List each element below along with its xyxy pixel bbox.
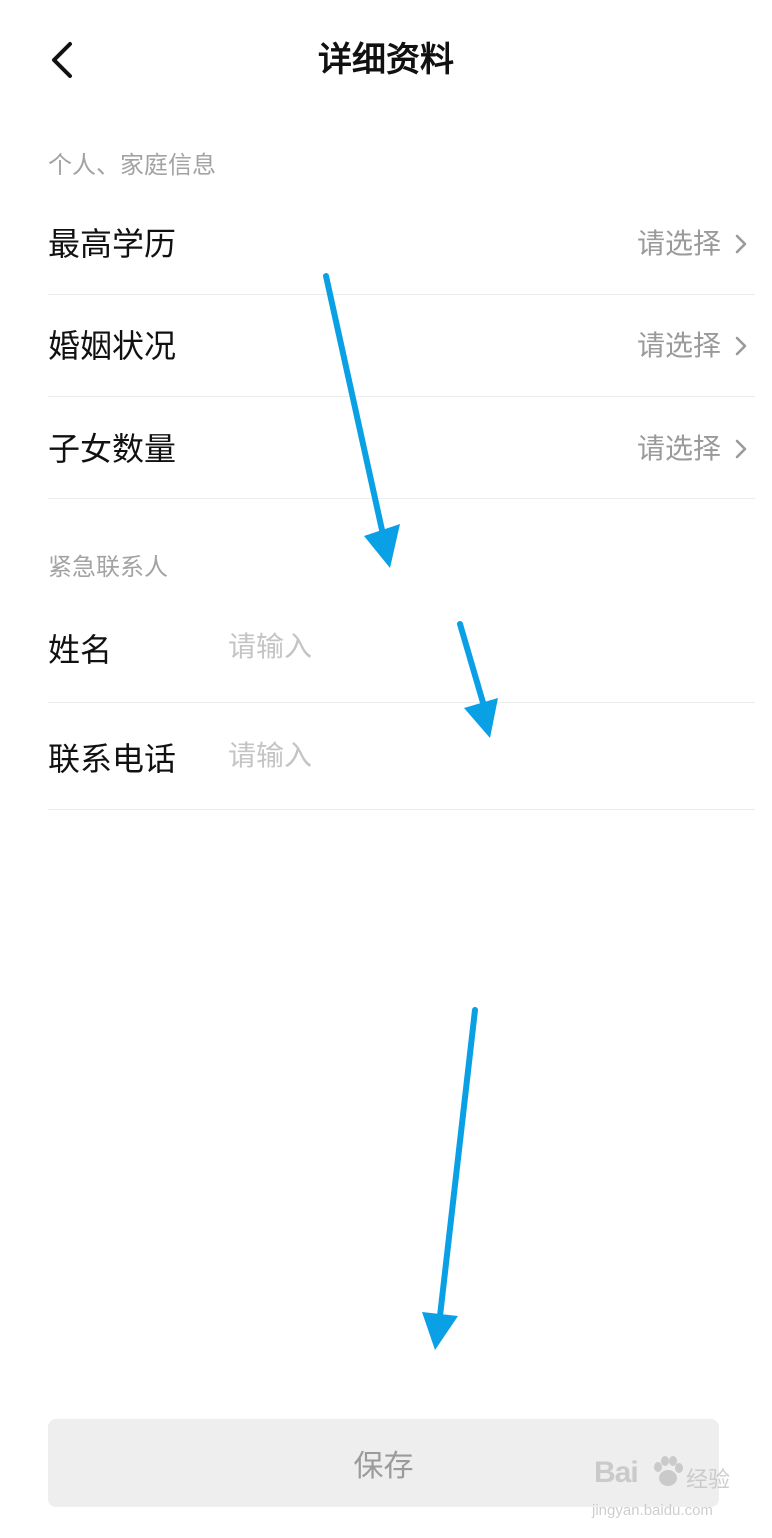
chevron-right-icon [735, 234, 747, 254]
app-header: 详细资料 [0, 0, 772, 120]
watermark-brand: Bai [594, 1456, 639, 1489]
watermark-url: jingyan.baidu.com [592, 1502, 713, 1519]
row-value: 请选择 [636, 329, 721, 362]
row-label: 婚姻状况 [48, 327, 177, 365]
watermark-brand-suffix: 经验 [686, 1468, 731, 1493]
row-contact-phone: 联系电话 [48, 703, 755, 810]
paw-icon [654, 1456, 683, 1486]
row-marital-status[interactable]: 婚姻状况 请选择 [48, 295, 755, 397]
row-value: 请选择 [636, 227, 721, 260]
section-title-emergency-contact: 紧急联系人 [48, 553, 168, 581]
annotation-arrow [422, 1007, 478, 1350]
section-title-personal-family: 个人、家庭信息 [48, 151, 216, 179]
row-children-count[interactable]: 子女数量 请选择 [48, 397, 755, 499]
row-education[interactable]: 最高学历 请选择 [48, 194, 755, 295]
contact-phone-input[interactable] [228, 733, 728, 777]
contact-name-input[interactable] [228, 624, 728, 668]
chevron-right-icon [735, 439, 747, 459]
chevron-right-icon [735, 336, 747, 356]
row-label: 最高学历 [48, 225, 177, 263]
baidu-jingyan-watermark: Bai 经验 jingyan.baidu.com [590, 1450, 740, 1530]
row-contact-name: 姓名 [48, 598, 755, 703]
row-label: 联系电话 [48, 740, 177, 778]
row-label: 姓名 [48, 631, 113, 669]
row-value: 请选择 [636, 432, 721, 465]
page-title: 详细资料 [318, 40, 454, 80]
row-label: 子女数量 [48, 430, 177, 468]
